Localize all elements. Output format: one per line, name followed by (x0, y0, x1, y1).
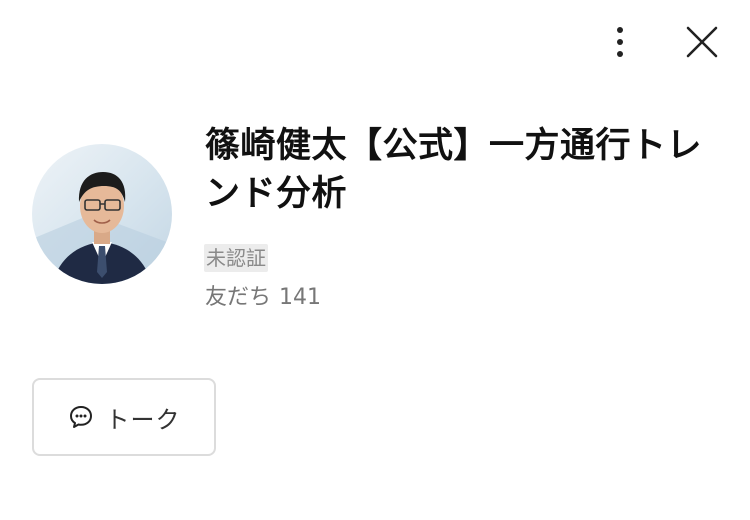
close-button[interactable] (682, 24, 722, 64)
status-badge: 未認証 (204, 244, 268, 272)
friends-count[interactable]: 友だち 141 (205, 283, 321, 313)
chat-bubble-icon (68, 404, 94, 430)
page-title: 篠崎健太【公式】一方通行トレンド分析 (205, 126, 703, 214)
more-options-button[interactable] (604, 24, 636, 64)
talk-button[interactable]: トーク (32, 378, 216, 456)
friends-label: 友だち (205, 285, 272, 310)
friends-number: 141 (279, 285, 322, 310)
vertical-dots-icon (616, 25, 624, 63)
avatar[interactable] (32, 144, 172, 284)
talk-button-label: トーク (105, 405, 181, 434)
close-icon (685, 25, 719, 63)
profile-screen: 篠崎健太【公式】一方通行トレンド分析 未認証 友だち 141 トーク (0, 0, 750, 520)
